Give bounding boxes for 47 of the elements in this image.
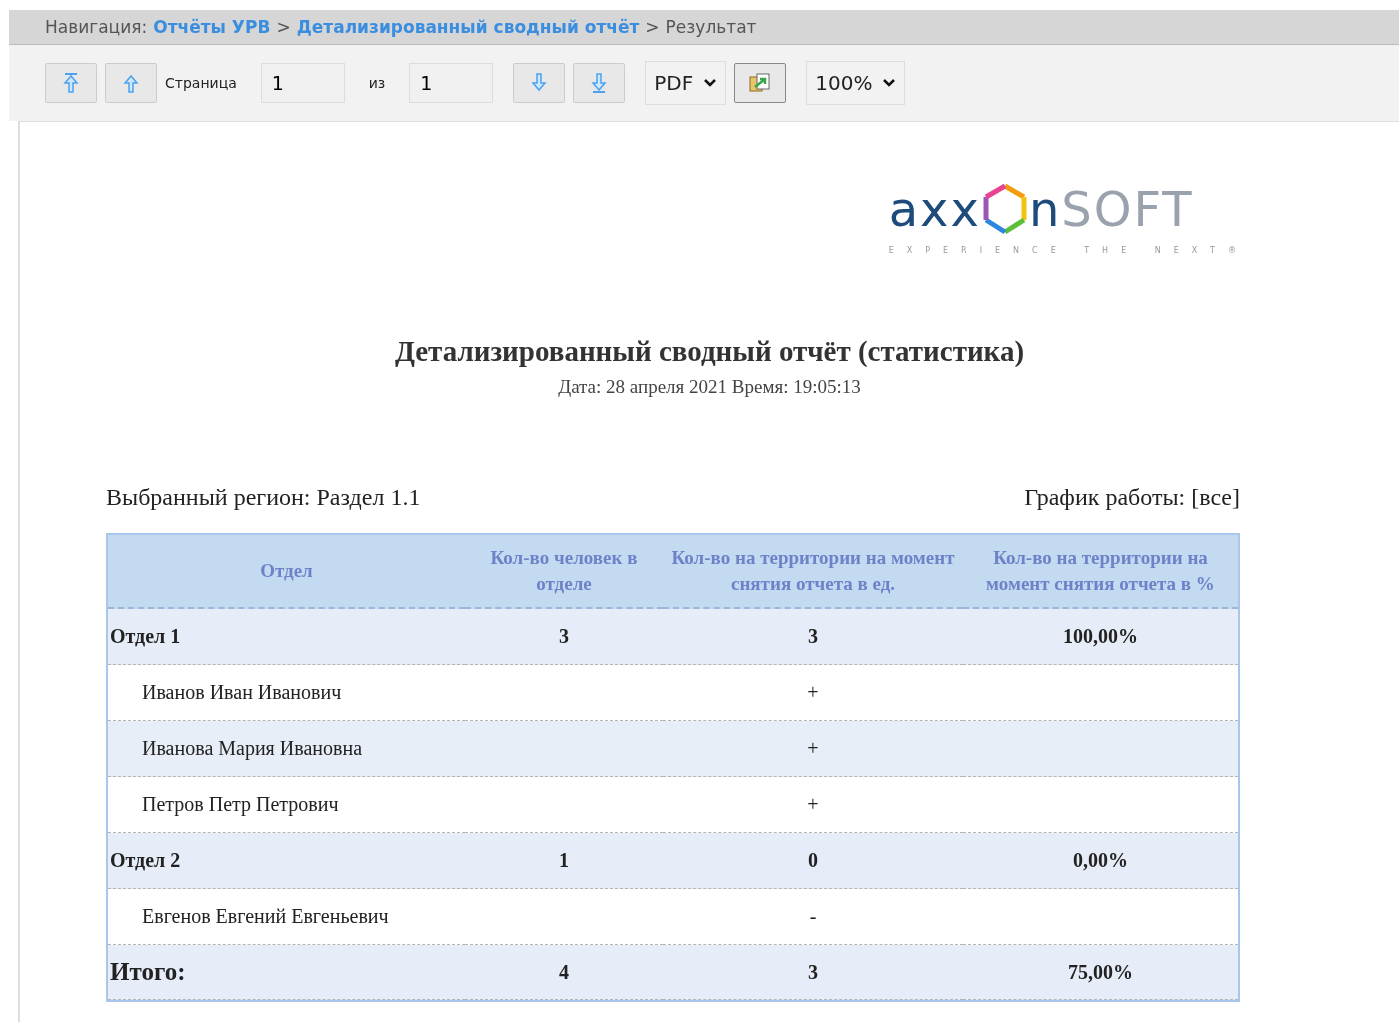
- logo-text: SOFT: [1061, 185, 1194, 233]
- table-cell: 3: [465, 609, 663, 665]
- arrow-up-bar-icon: [63, 72, 79, 94]
- table-cell: 75,00%: [963, 945, 1238, 1000]
- table-cell: Итого:: [108, 945, 465, 1000]
- breadcrumb-current: Результат: [665, 17, 757, 37]
- table-cell: +: [663, 721, 963, 777]
- table-cell: 3: [663, 945, 963, 1000]
- table-cell: 0,00%: [963, 833, 1238, 889]
- next-page-button[interactable]: [513, 63, 566, 103]
- arrow-down-icon: [531, 72, 548, 94]
- region-text: Выбранный регион: Раздел 1.1: [106, 484, 421, 511]
- arrow-up-icon: [123, 72, 139, 94]
- table-cell: 4: [465, 945, 663, 1000]
- logo-text: n: [1028, 185, 1062, 233]
- last-page-button[interactable]: [573, 63, 626, 103]
- schedule-text: График работы: [все]: [1024, 484, 1240, 511]
- format-select[interactable]: PDF: [645, 61, 727, 105]
- table-cell: 1: [465, 833, 663, 889]
- table-cell: Иванова Мария Ивановна: [108, 721, 465, 777]
- breadcrumb-separator: >: [645, 17, 660, 37]
- table-cell: 0: [663, 833, 963, 889]
- page-input[interactable]: 1: [260, 63, 345, 103]
- report-date: Дата: 28 апреля 2021 Время: 19:05:13: [557, 376, 862, 398]
- logo-tagline: EXPERIENCE THE NEXT®: [888, 246, 1249, 255]
- breadcrumb-separator: >: [276, 17, 291, 37]
- table-cell: Отдел 2: [108, 833, 465, 889]
- report-title: Детализированный сводный отчёт (статистика): [393, 335, 1026, 368]
- caret-icon: [703, 78, 718, 88]
- column-header: Отдел: [108, 535, 465, 609]
- caret-icon: [882, 78, 897, 88]
- total-pages-input[interactable]: 1: [409, 63, 494, 103]
- first-page-button[interactable]: [45, 63, 97, 103]
- of-label: из: [368, 75, 386, 91]
- arrow-down-bar-icon: [591, 72, 608, 94]
- column-header: Кол-во на территории на момент снятия отчета в ед.: [663, 535, 963, 609]
- table-cell: 100,00%: [963, 609, 1238, 665]
- page-label: Страница: [165, 75, 237, 91]
- breadcrumb-label: Навигация:: [45, 17, 148, 37]
- table-cell: 3: [663, 609, 963, 665]
- column-header: Кол-во на территории на момент снятия отчета в %: [963, 535, 1238, 609]
- table-cell: Отдел 1: [108, 609, 465, 665]
- logo-text: axx: [888, 185, 981, 233]
- previous-page-button[interactable]: [105, 63, 157, 103]
- column-header: Кол-во человек в отделе: [465, 535, 663, 609]
- zoom-select[interactable]: 100%: [806, 61, 906, 105]
- export-button[interactable]: [734, 63, 787, 103]
